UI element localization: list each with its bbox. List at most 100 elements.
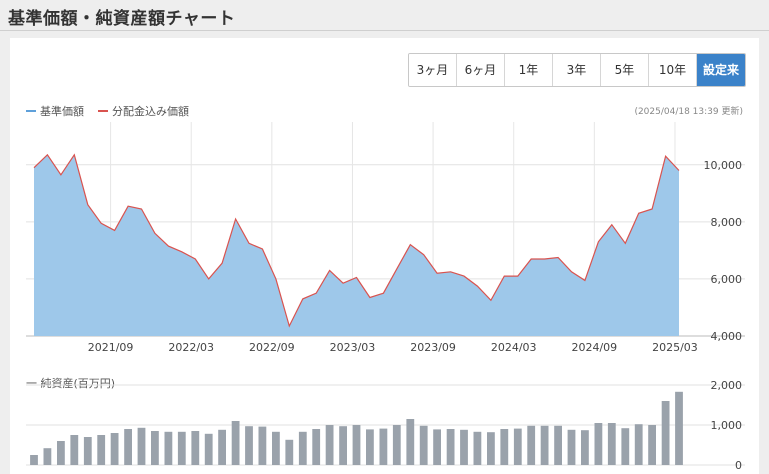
data-point: [46, 154, 48, 156]
data-point: [624, 242, 626, 244]
x-tick-label: 2023/03: [330, 341, 376, 354]
volume-bar: [339, 426, 347, 465]
data-point: [570, 271, 572, 273]
data-point: [207, 278, 209, 280]
volume-bar: [648, 425, 656, 465]
volume-bar: [419, 425, 428, 465]
volume-bar: [581, 430, 589, 465]
volume-bar: [460, 429, 468, 465]
volume-bar: [527, 425, 536, 465]
volume-bar: [177, 431, 186, 465]
volume-bar: [607, 423, 616, 465]
volume-bar: [500, 429, 509, 465]
volume-bar: [366, 429, 374, 465]
data-point: [221, 262, 223, 264]
data-point: [490, 299, 492, 301]
volume-bar: [191, 431, 200, 465]
data-point: [73, 154, 75, 156]
x-tick-label: 2024/03: [491, 341, 537, 354]
data-point: [584, 279, 586, 281]
data-point: [33, 166, 35, 168]
data-point: [369, 296, 371, 298]
volume-bar: [218, 429, 226, 465]
y-tick-label: 8,000: [711, 216, 743, 229]
volume-bar: [272, 431, 280, 465]
data-point: [261, 248, 263, 250]
volume-y-tick-label: 0: [735, 459, 742, 472]
data-point: [275, 278, 277, 280]
volume-bar: [661, 401, 670, 465]
volume-bar: [567, 429, 576, 465]
x-tick-label: 2024/09: [571, 341, 617, 354]
data-point: [234, 218, 236, 220]
data-point: [328, 269, 330, 271]
data-point: [167, 245, 169, 247]
data-point: [664, 155, 666, 157]
volume-bar: [30, 455, 38, 465]
chart-svg: 4,000 6,000 8,000 10,000 2021/09 2022/03 2022/…: [26, 122, 745, 472]
data-point: [476, 285, 478, 287]
data-point: [154, 232, 156, 234]
volume-bar: [634, 424, 643, 465]
volume-bar: [352, 425, 361, 465]
data-point: [409, 243, 411, 245]
data-point: [315, 292, 317, 294]
x-tick-label: 2023/09: [410, 341, 456, 354]
data-point: [436, 272, 438, 274]
data-point: [396, 268, 398, 270]
x-tick-label: 2025/03: [652, 341, 698, 354]
data-point: [113, 229, 115, 231]
volume-bar: [285, 439, 294, 465]
data-point: [302, 298, 304, 300]
data-point: [543, 258, 545, 260]
data-point: [87, 204, 89, 206]
volume-bar: [43, 448, 52, 465]
volume-bar: [137, 427, 146, 465]
y-tick-label: 10,000: [704, 159, 743, 172]
volume-bar: [325, 425, 334, 465]
volume-bar: [594, 423, 603, 465]
volume-bar: [540, 425, 549, 465]
volume-bar: [245, 426, 253, 465]
data-point: [181, 251, 183, 253]
volume-bar: [258, 426, 267, 465]
volume-bar: [312, 429, 321, 465]
data-point: [100, 222, 102, 224]
volume-bar: [97, 435, 106, 465]
volume-y-tick-label: 1,000: [711, 419, 743, 432]
volume-bar: [554, 425, 562, 465]
data-point: [530, 258, 532, 260]
volume-bar: [379, 428, 388, 465]
volume-bar: [151, 431, 159, 465]
volume-bar: [446, 429, 455, 465]
data-point: [597, 241, 599, 243]
data-point: [342, 282, 344, 284]
volume-bar: [473, 431, 482, 465]
volume-bar: [164, 431, 173, 465]
data-point: [449, 271, 451, 273]
volume-bar: [70, 435, 79, 465]
volume-bar: [392, 425, 401, 465]
volume-bar: [204, 433, 213, 465]
data-point: [60, 174, 62, 176]
data-point: [463, 275, 465, 277]
data-point: [637, 212, 639, 214]
data-point: [355, 276, 357, 278]
y-tick-label: 4,000: [711, 330, 743, 343]
data-point: [382, 292, 384, 294]
volume-y-tick-label: 2,000: [711, 379, 743, 392]
volume-bar: [675, 391, 683, 465]
data-point: [678, 169, 680, 171]
volume-bar: [513, 428, 522, 465]
series-area-nav: [34, 154, 679, 336]
data-point: [288, 325, 290, 327]
data-point: [557, 256, 559, 258]
volume-bar: [124, 429, 132, 465]
volume-bar: [433, 429, 441, 465]
data-point: [651, 208, 653, 210]
x-tick-label: 2022/03: [168, 341, 214, 354]
data-point: [422, 253, 424, 255]
volume-bar: [83, 437, 92, 465]
x-tick-label: 2021/09: [88, 341, 134, 354]
volume-bar: [231, 421, 240, 465]
